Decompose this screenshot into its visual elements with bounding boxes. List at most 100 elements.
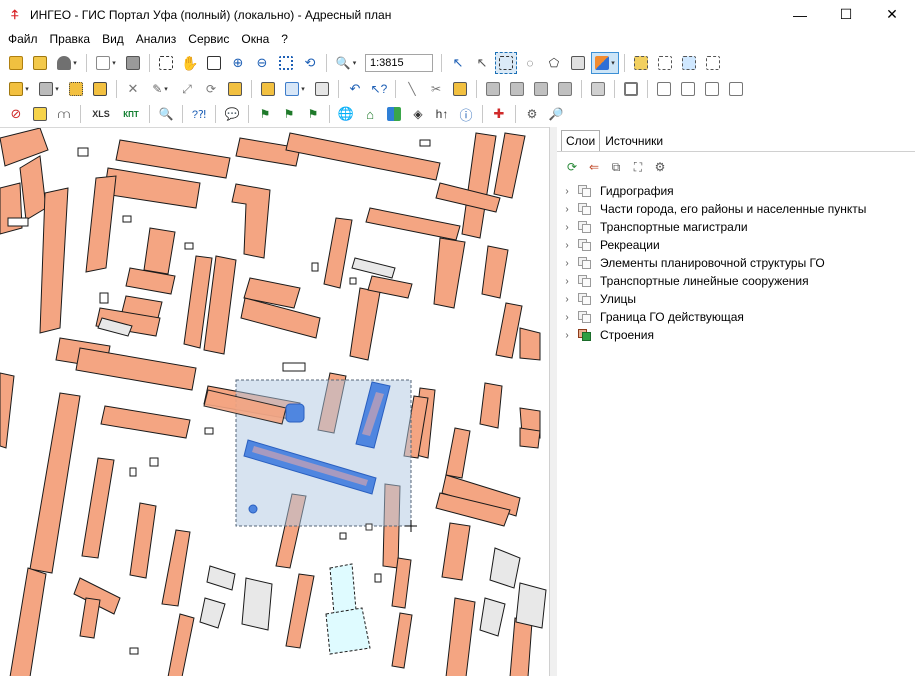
scale-input[interactable]: [365, 54, 433, 72]
cut-tool-icon[interactable]: ✂: [425, 78, 447, 100]
building[interactable]: [103, 167, 201, 209]
building[interactable]: [495, 302, 523, 359]
building[interactable]: [433, 237, 466, 309]
building[interactable]: [167, 613, 195, 676]
building[interactable]: [445, 427, 471, 479]
layer-item[interactable]: › Рекреации: [561, 236, 911, 254]
menu-windows[interactable]: Окна: [235, 29, 275, 49]
select-layer-icon[interactable]: [567, 52, 589, 74]
menu-edit[interactable]: Правка: [44, 29, 97, 49]
select-rect-icon[interactable]: [495, 52, 517, 74]
minimize-button[interactable]: —: [777, 0, 823, 29]
building[interactable]: [519, 327, 541, 361]
building[interactable]: [161, 529, 191, 607]
style-palette-icon[interactable]: ▾: [591, 52, 619, 74]
ungroup-icon[interactable]: [506, 78, 528, 100]
scale-icon[interactable]: 🔍 ▾: [332, 52, 360, 74]
paste-object-icon[interactable]: [89, 78, 111, 100]
snap-object-icon[interactable]: [449, 78, 471, 100]
zoom-rect-icon[interactable]: [203, 52, 225, 74]
panel-splitter[interactable]: [549, 127, 557, 676]
outbuilding[interactable]: [311, 262, 319, 272]
outbuilding[interactable]: [204, 427, 214, 435]
building[interactable]: [241, 577, 273, 631]
selection-handle[interactable]: [365, 523, 373, 531]
snap-icon[interactable]: [630, 52, 652, 74]
line-tool-icon[interactable]: ╲: [401, 78, 423, 100]
help-icon[interactable]: ⓘ: [455, 103, 477, 125]
delete-object-icon[interactable]: ✕: [122, 78, 144, 100]
merge-icon[interactable]: [224, 78, 246, 100]
selected-point[interactable]: [248, 504, 258, 514]
building[interactable]: [199, 597, 226, 629]
menu-file[interactable]: Файл: [2, 29, 44, 49]
report-icon[interactable]: [311, 78, 333, 100]
building[interactable]: [493, 132, 526, 199]
frame-tool-icon[interactable]: [620, 78, 642, 100]
copy-object-icon[interactable]: [65, 78, 87, 100]
select-info-icon[interactable]: ↖: [471, 52, 493, 74]
building[interactable]: [206, 565, 236, 591]
building[interactable]: [19, 155, 47, 221]
layers-refresh-icon[interactable]: ⟳: [561, 157, 583, 177]
menu-help[interactable]: ?: [275, 29, 294, 49]
rotate-icon[interactable]: ⟳: [200, 78, 222, 100]
settings-tool-icon[interactable]: ⚙: [521, 103, 543, 125]
subtract-icon[interactable]: [554, 78, 576, 100]
building[interactable]: [351, 257, 396, 279]
building[interactable]: [75, 347, 197, 391]
magnify-tool-icon[interactable]: 🔎: [545, 103, 567, 125]
layer-item[interactable]: › Строения: [561, 326, 911, 344]
building[interactable]: [143, 227, 176, 275]
building[interactable]: [285, 573, 315, 649]
comment-icon[interactable]: 💬: [221, 103, 243, 125]
slash-tool-icon[interactable]: [587, 78, 609, 100]
outbuilding[interactable]: [419, 139, 431, 147]
building[interactable]: [461, 132, 497, 239]
building[interactable]: [29, 392, 81, 574]
layers-back-icon[interactable]: ⇐: [583, 157, 605, 177]
preview-icon[interactable]: ▾: [92, 52, 120, 74]
building[interactable]: [325, 607, 371, 655]
building[interactable]: [509, 617, 533, 676]
layer-item[interactable]: › Элементы планировочной структуры ГО: [561, 254, 911, 272]
group-icon[interactable]: [482, 78, 504, 100]
chevron-right-icon[interactable]: ›: [561, 276, 573, 287]
building[interactable]: [441, 522, 471, 581]
undo-icon[interactable]: ↶: [344, 78, 366, 100]
outbuilding[interactable]: [129, 647, 139, 655]
tab-sources[interactable]: Источники: [600, 130, 668, 152]
chevron-right-icon[interactable]: ›: [561, 240, 573, 251]
building[interactable]: [231, 183, 271, 259]
snap-edge-icon[interactable]: [702, 52, 724, 74]
building[interactable]: [9, 567, 47, 676]
snap-cross-icon[interactable]: [678, 52, 700, 74]
search-icon[interactable]: 🔍: [155, 103, 177, 125]
attach-icon[interactable]: [257, 78, 279, 100]
query-icon[interactable]: ?⁈: [188, 103, 210, 125]
outbuilding[interactable]: [282, 362, 306, 372]
building[interactable]: [129, 502, 157, 579]
outbuilding[interactable]: [374, 573, 382, 583]
building[interactable]: [0, 372, 15, 449]
tab-layers[interactable]: Слои: [561, 130, 601, 152]
chevron-right-icon[interactable]: ›: [561, 294, 573, 305]
kpt-button[interactable]: КПТ: [118, 103, 144, 125]
move-vertex-icon[interactable]: ⤢: [176, 78, 198, 100]
help-cursor-icon[interactable]: ↖?: [368, 78, 390, 100]
doc-edit-icon[interactable]: [677, 78, 699, 100]
split-layer-icon[interactable]: [383, 103, 405, 125]
layer-item[interactable]: › Части города, его районы и населенные п…: [561, 200, 911, 218]
building[interactable]: [39, 187, 69, 334]
new-object-icon[interactable]: ▾: [5, 78, 33, 100]
select-arrow-icon[interactable]: ↖: [447, 52, 469, 74]
layers-extent-icon[interactable]: ⛶: [627, 157, 649, 177]
chevron-right-icon[interactable]: ›: [561, 312, 573, 323]
building[interactable]: [329, 563, 357, 615]
open-icon[interactable]: [5, 52, 27, 74]
zoom-in-icon[interactable]: ⊕: [227, 52, 249, 74]
building[interactable]: [515, 582, 547, 629]
chevron-right-icon[interactable]: ›: [561, 222, 573, 233]
building[interactable]: [81, 457, 115, 559]
route-mid-icon[interactable]: ⚑: [278, 103, 300, 125]
